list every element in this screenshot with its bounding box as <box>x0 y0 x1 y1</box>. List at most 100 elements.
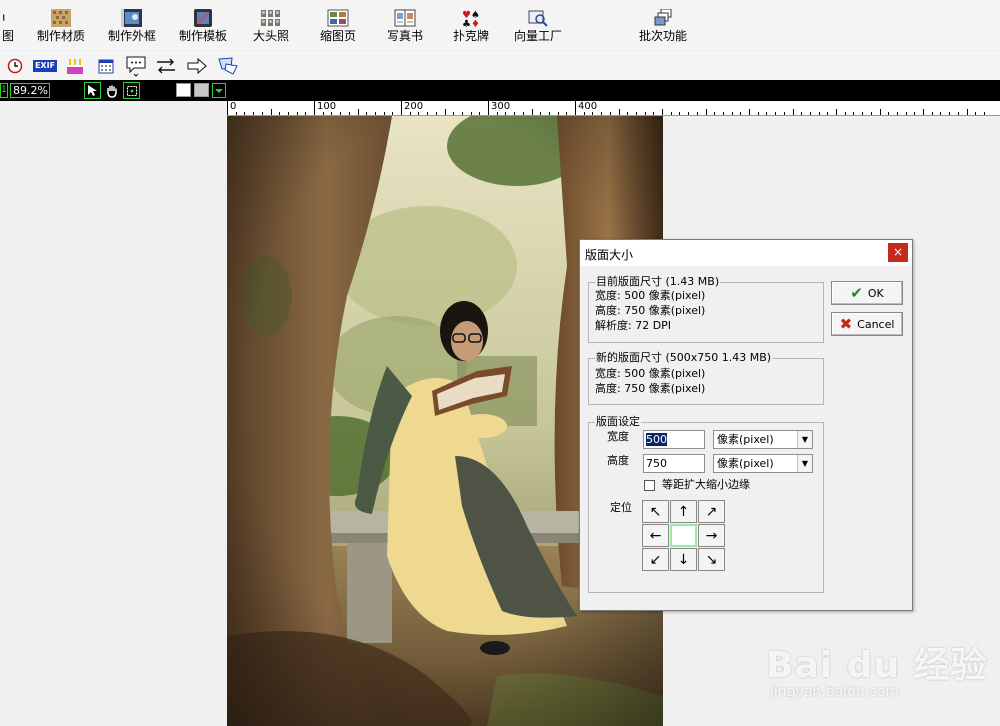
ruler-tick <box>331 112 333 115</box>
close-button[interactable]: × <box>888 243 908 262</box>
current-height: 高度: 750 像素(pixel) <box>595 304 706 317</box>
toolbar-btn-texture[interactable]: 制作材质 <box>33 6 89 48</box>
anchor-center[interactable] <box>670 524 697 547</box>
anchor-bottom-right[interactable]: ↘ <box>698 548 725 571</box>
cake-icon[interactable] <box>64 56 86 76</box>
svg-text:♦: ♦ <box>471 19 480 27</box>
ruler-tick <box>618 109 620 115</box>
swap-arrows-icon[interactable] <box>155 56 177 76</box>
ruler-tick <box>696 112 698 115</box>
ruler-tick <box>627 112 629 115</box>
ruler-tick <box>470 112 472 115</box>
anchor-bottom[interactable]: ↓ <box>670 548 697 571</box>
anchor-bottom-left[interactable]: ↙ <box>642 548 669 571</box>
current-size-legend: 目前版面尺寸 (1.43 MB) <box>595 275 721 289</box>
exif-icon[interactable]: EXIF <box>32 56 58 76</box>
ruler-tick <box>775 112 777 115</box>
watermark-brand: Bai du 经验 <box>766 645 988 686</box>
ruler-label: 300 <box>488 101 510 115</box>
ruler-tick <box>809 112 811 115</box>
status-strip: 1 89.2% <box>0 80 1000 101</box>
stamp-icon[interactable] <box>216 56 240 76</box>
dialog-title: 版面大小 <box>585 248 634 262</box>
ruler-tick <box>801 112 803 115</box>
ruler-tick <box>383 112 385 115</box>
ruler-tick <box>531 109 533 115</box>
toolbar-btn-photobook[interactable]: 写真书 <box>383 6 427 48</box>
toolbar-btn-label: 制作模板 <box>178 29 227 43</box>
toolbar-btn-batch[interactable]: 批次功能 <box>635 6 691 48</box>
ruler-tick <box>253 112 255 115</box>
ruler-tick <box>870 112 872 115</box>
arrow-up-icon: ↑ <box>677 503 690 520</box>
equal-margin-checkbox[interactable] <box>644 480 655 491</box>
watermark-url: jingyan.baidu.com <box>770 684 900 700</box>
ruler-tick <box>548 112 550 115</box>
ruler-tick <box>496 112 498 115</box>
toolbar-btn-partial[interactable]: 图 <box>0 6 18 48</box>
ruler-tick <box>235 112 237 115</box>
svg-text:♣: ♣ <box>462 19 471 27</box>
anchor-left[interactable]: ← <box>642 524 669 547</box>
select-region-tool[interactable] <box>123 82 140 99</box>
width-input[interactable]: 500 <box>643 430 705 449</box>
ruler-label: 200 <box>401 101 423 115</box>
ruler-tick <box>348 112 350 115</box>
thumbnail-icon <box>327 9 349 27</box>
dialog-titlebar[interactable]: 版面大小 × <box>580 240 912 266</box>
clock-icon[interactable] <box>4 56 26 76</box>
ruler-tick <box>653 112 655 115</box>
pointer-tool[interactable] <box>84 82 101 99</box>
speech-bubble-icon[interactable] <box>124 56 148 77</box>
toolbar-btn-template[interactable]: 制作模板 <box>175 6 231 48</box>
ok-button[interactable]: ✔ OK <box>831 281 903 305</box>
toolbar-btn-label: 向量工厂 <box>513 29 562 43</box>
baidu-watermark: Bai du 经验 jingyan.baidu.com <box>766 622 1000 722</box>
toolbar-btn-thumbnail[interactable]: 缩图页 <box>316 6 360 48</box>
toolbar-btn-vector[interactable]: 向量工厂 <box>509 6 567 48</box>
hand-tool[interactable] <box>103 82 120 99</box>
ruler-tick <box>931 112 933 115</box>
toolbar-btn-frame[interactable]: 制作外框 <box>104 6 160 48</box>
ruler-tick <box>609 112 611 115</box>
arrow-up-right-icon: ↗ <box>705 503 718 520</box>
ruler-tick <box>540 112 542 115</box>
ruler-tick <box>314 109 315 115</box>
swatch-dropdown[interactable] <box>212 83 226 98</box>
frame-icon <box>121 9 142 27</box>
ruler-tick <box>740 112 742 115</box>
chevron-down-icon: ▼ <box>797 455 812 472</box>
ruler-tick <box>227 109 228 115</box>
template-icon <box>194 9 212 27</box>
width-unit-select[interactable]: 像素(pixel) ▼ <box>713 430 813 449</box>
horizontal-ruler: 0 100 200 300 400 <box>227 101 1000 116</box>
toolbar-btn-poker[interactable]: ♥ ♠ ♣ ♦ 扑克牌 <box>449 6 493 48</box>
ruler-tick <box>905 112 907 115</box>
current-resolution: 解析度: 72 DPI <box>595 319 672 332</box>
layout-settings-legend: 版面设定 <box>595 415 641 429</box>
ruler-tick <box>479 112 481 115</box>
new-size-legend: 新的版面尺寸 (500x750 1.43 MB) <box>595 351 773 365</box>
position-label: 定位 <box>610 501 632 514</box>
equal-margin-label[interactable]: 等距扩大缩小边缘 <box>662 478 750 492</box>
ruler-tick <box>644 112 646 115</box>
height-unit-select[interactable]: 像素(pixel) ▼ <box>713 454 813 473</box>
anchor-top[interactable]: ↑ <box>670 500 697 523</box>
anchor-right[interactable]: → <box>698 524 725 547</box>
ruler-tick <box>827 112 829 115</box>
anchor-top-left[interactable]: ↖ <box>642 500 669 523</box>
calendar-icon[interactable] <box>95 56 117 76</box>
cancel-button[interactable]: ✖ Cancel <box>831 312 903 336</box>
ruler-tick <box>296 112 298 115</box>
ruler-tick <box>766 112 768 115</box>
zoom-level[interactable]: 89.2% <box>10 83 50 98</box>
anchor-top-right[interactable]: ↗ <box>698 500 725 523</box>
color-swatch-gray[interactable] <box>194 83 209 97</box>
color-swatch-white[interactable] <box>176 83 191 97</box>
arrow-down-icon: ↓ <box>677 551 690 568</box>
ruler-tick <box>705 109 707 115</box>
toolbar-btn-portrait[interactable]: 大头照 <box>247 6 295 48</box>
height-input[interactable]: 750 <box>643 454 705 473</box>
arrow-right-icon[interactable] <box>186 56 208 76</box>
ruler-tick <box>514 112 516 115</box>
